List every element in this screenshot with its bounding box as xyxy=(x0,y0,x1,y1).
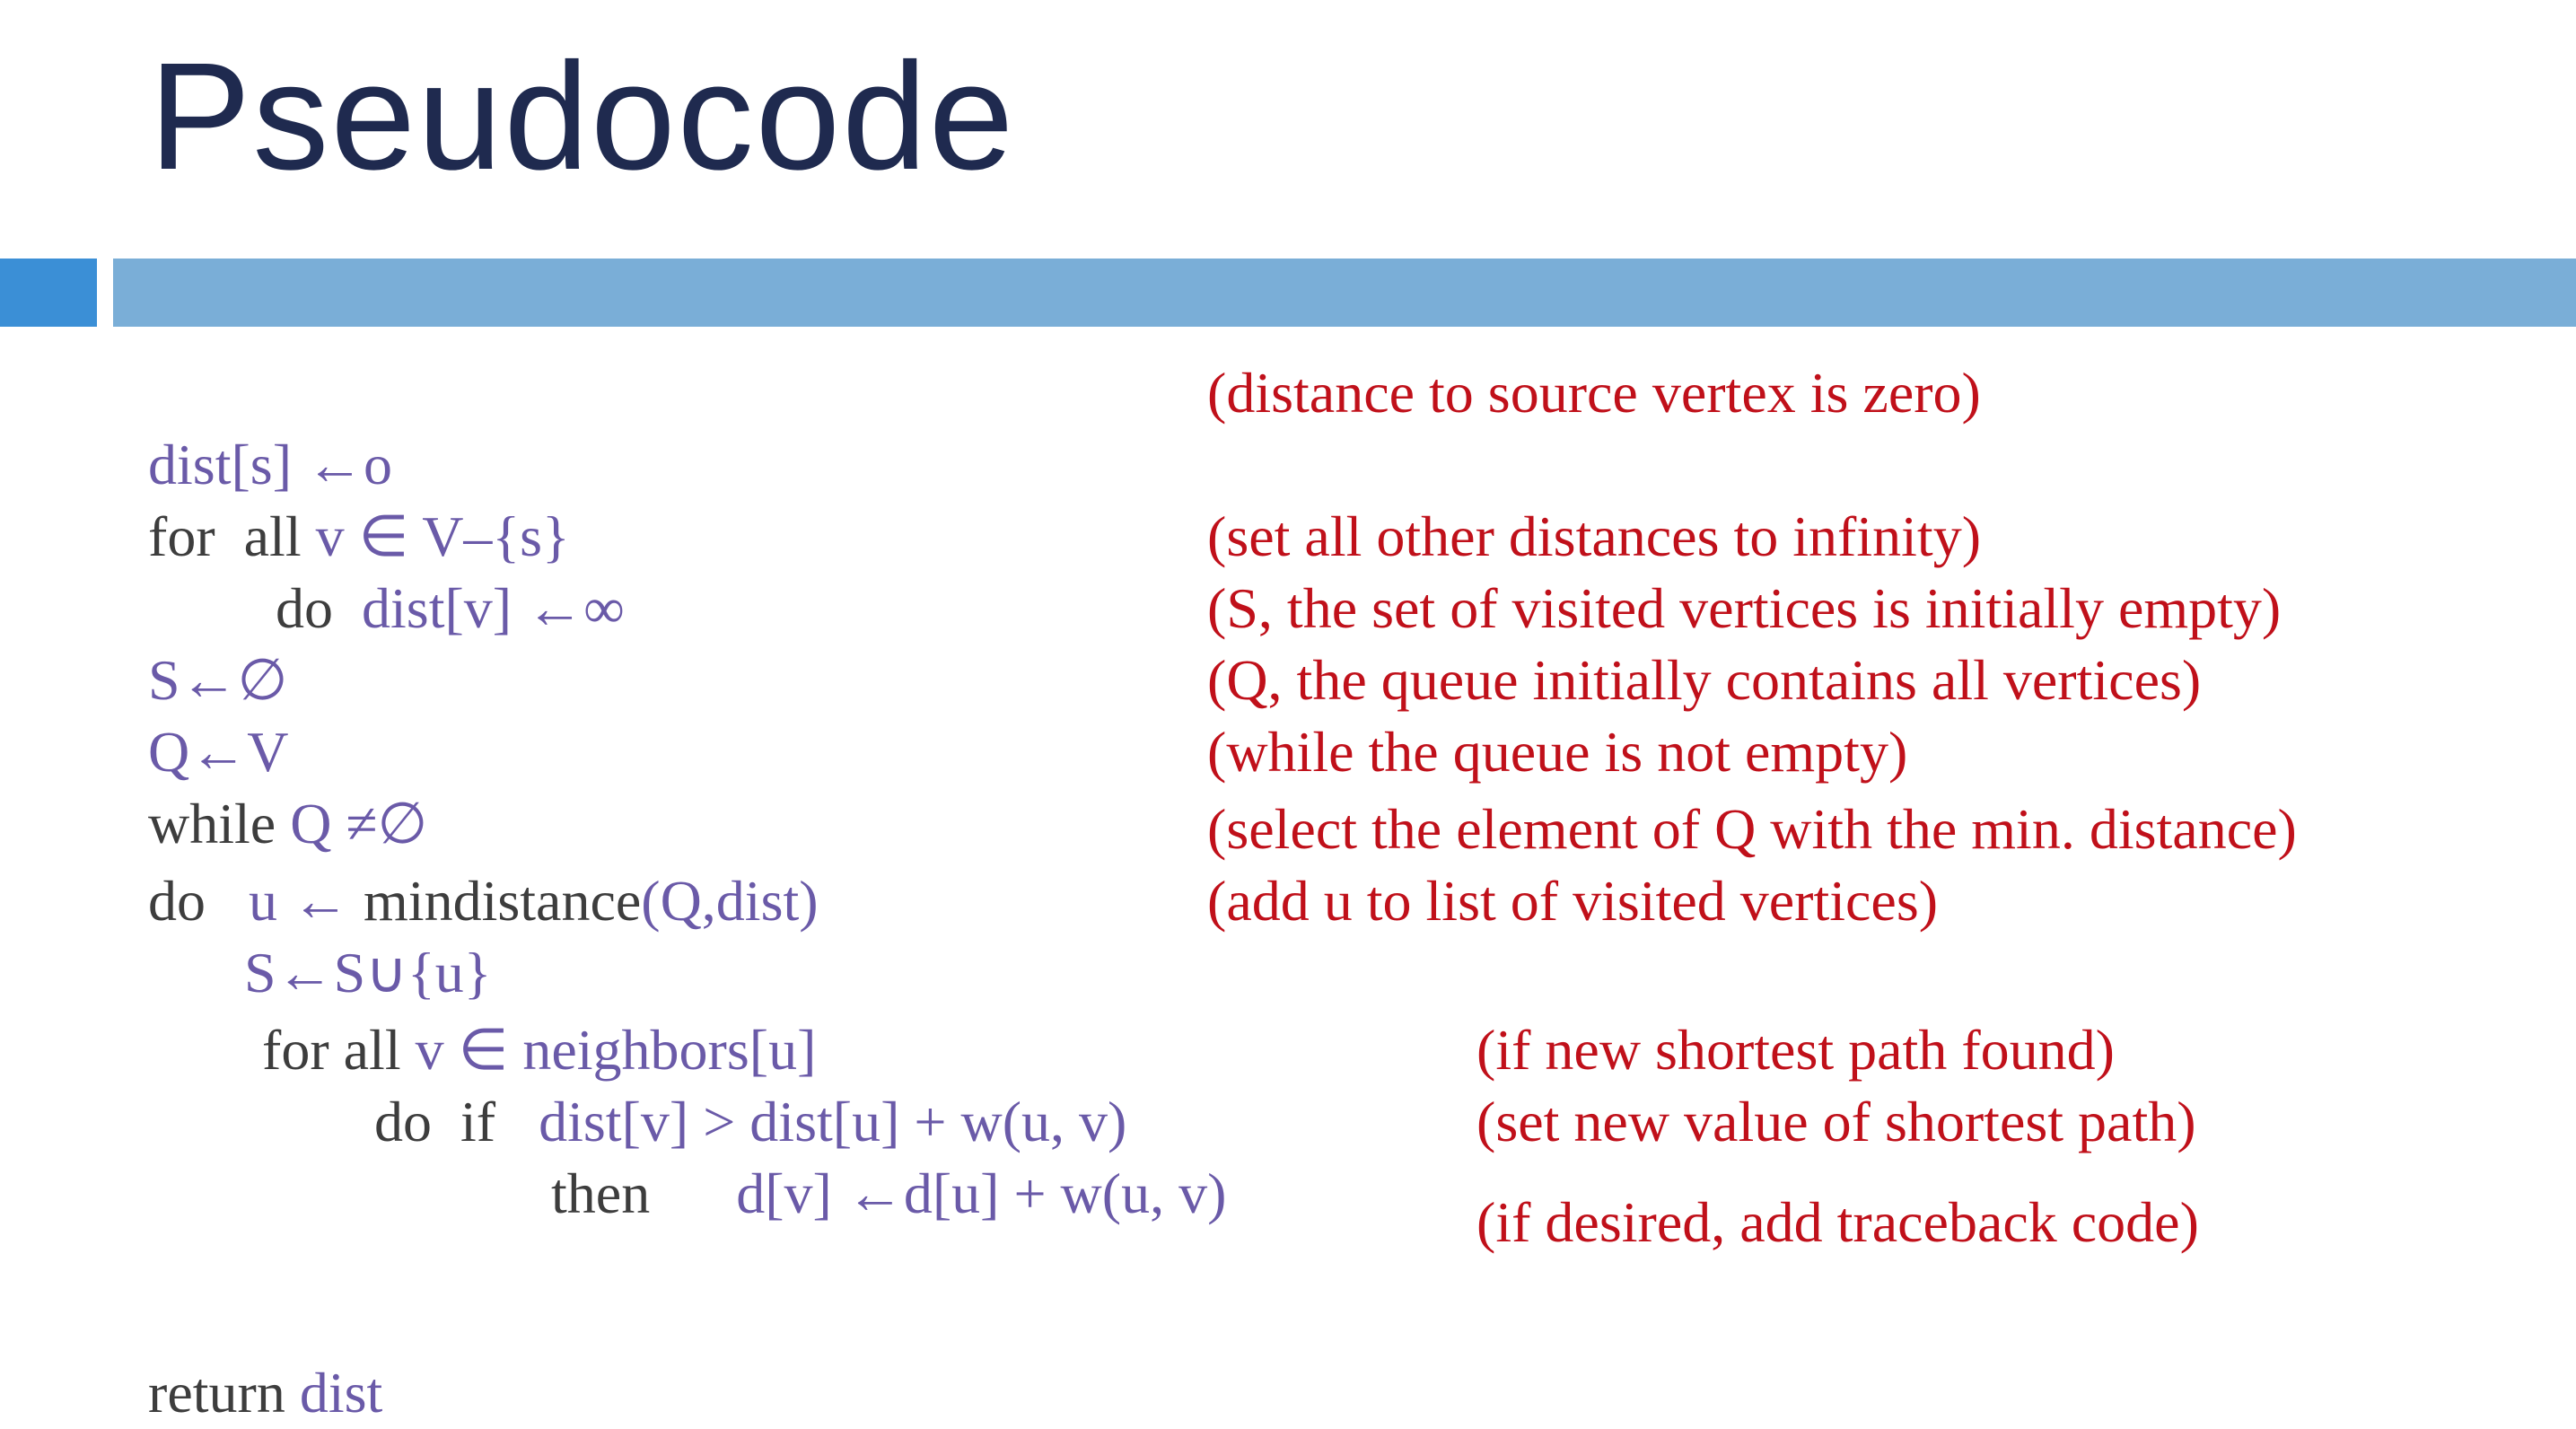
code-token: d[v] ←d[u] + w(u, v) xyxy=(736,1162,1227,1225)
comment-10: (if desired, add traceback code) xyxy=(1476,1190,2199,1254)
code-token: (Q,dist) xyxy=(641,869,819,933)
comment-8: (if new shortest path found) xyxy=(1476,1018,2115,1082)
code-line-11: then d[v] ←d[u] + w(u, v) xyxy=(522,1086,1226,1230)
code-keyword: do if xyxy=(374,1090,539,1153)
code-keyword: then xyxy=(551,1162,737,1225)
comment-1: (distance to source vertex is zero) xyxy=(1207,361,1981,425)
code-keyword: do xyxy=(276,576,362,640)
code-token: dist[v] ←∞ xyxy=(362,576,625,640)
comment-9: (set new value of shortest path) xyxy=(1476,1090,2196,1153)
comment-3: (S, the set of visited vertices is initi… xyxy=(1207,576,2282,640)
accent-bar xyxy=(0,259,97,327)
code-line-3: do dist[v] ←∞ xyxy=(247,501,625,644)
comment-7: (add u to list of visited vertices) xyxy=(1207,869,1939,933)
code-token: dist xyxy=(299,1361,383,1425)
comment-5: (while the queue is not empty) xyxy=(1207,720,1908,784)
comment-4: (Q, the queue initially contains all ver… xyxy=(1207,648,2202,712)
comment-6: (select the element of Q with the min. d… xyxy=(1207,797,2297,861)
code-keyword: return xyxy=(148,1361,300,1425)
code-line-12: return dist xyxy=(119,1285,382,1429)
header-bar xyxy=(113,259,2576,327)
comment-2: (set all other distances to infinity) xyxy=(1207,504,1981,568)
slide-title: Pseudocode xyxy=(149,31,1016,202)
